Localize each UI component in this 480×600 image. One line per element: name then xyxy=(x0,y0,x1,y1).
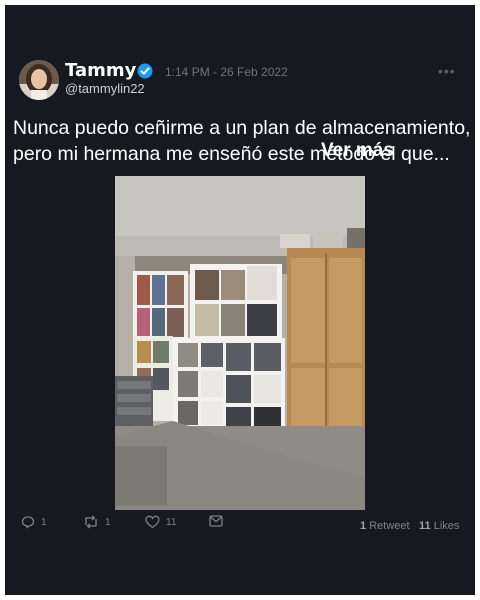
reply-count: 1 xyxy=(41,516,47,528)
heart-icon xyxy=(145,515,160,529)
retweet-count: 1 xyxy=(105,516,111,528)
more-options-icon[interactable]: ••• xyxy=(438,63,456,79)
verified-badge-icon xyxy=(137,63,153,79)
retweet-icon xyxy=(85,515,97,529)
tweet-text: Nunca puedo ceñirme a un plan de almacen… xyxy=(13,117,471,165)
dm-button[interactable] xyxy=(209,515,223,527)
tweet-photo[interactable] xyxy=(115,176,365,510)
like-button[interactable]: 11 xyxy=(145,515,176,529)
likes-number: 11 xyxy=(419,520,431,532)
author-name[interactable]: Tammy xyxy=(65,60,136,81)
reply-icon xyxy=(21,516,35,529)
mail-icon xyxy=(209,515,223,527)
like-count: 11 xyxy=(166,516,177,528)
avatar[interactable] xyxy=(19,60,59,100)
likes-label: Likes xyxy=(433,520,460,532)
reply-button[interactable]: 1 xyxy=(21,515,47,529)
likes-stat[interactable]: 11 Likes xyxy=(419,520,459,532)
author-handle[interactable]: @tammylin22 xyxy=(65,81,145,96)
retweets-number: 1 xyxy=(360,520,367,532)
retweet-button[interactable]: 1 xyxy=(83,515,111,529)
timestamp[interactable]: 1:14 PM - 26 Feb 2022 xyxy=(165,65,288,79)
tweet-card: Tammy @tammylin22 1:14 PM - 26 Feb 2022 … xyxy=(5,5,475,595)
retweets-stat[interactable]: 1 Retweet xyxy=(360,520,410,532)
see-more-link[interactable]: Ver más xyxy=(321,140,394,162)
retweets-label: Retweet xyxy=(369,520,410,532)
